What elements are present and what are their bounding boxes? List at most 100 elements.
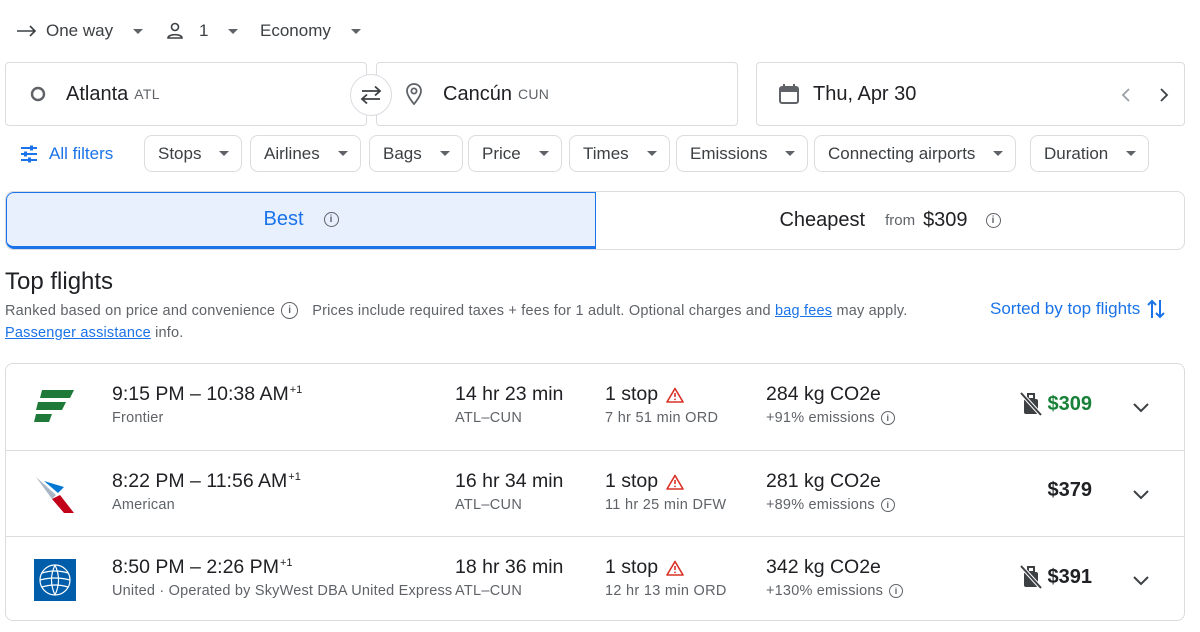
chevron-down-icon [993,151,1004,156]
departure-time: 9:15 PM [112,383,185,405]
filter-stops[interactable]: Stops [144,135,243,172]
flight-row[interactable]: 9:15 PM – 10:38 AM+1 Frontier 14 hr 23 m… [6,364,1184,450]
expand-chevron-icon[interactable] [1130,396,1152,418]
filter-connecting-airports[interactable]: Connecting airports [814,135,1017,172]
co2-value: 284 kg CO2e [766,383,881,405]
filter-label: Stops [158,143,202,163]
stops-info: 1 stop [605,470,684,493]
info-icon[interactable]: i [281,302,299,319]
sort-tabs: Best i Cheapest from $309 i [5,191,1185,250]
no-carry-on-bag-icon [1019,565,1042,589]
day-offset: +1 [288,470,301,483]
stops-count: 1 stop [605,383,659,405]
info-text: info. [155,325,184,341]
arrival-time: 11:56 AM [206,470,288,492]
chevron-down-icon [219,151,230,156]
location-pin-icon [406,83,422,106]
chevron-down-icon [133,28,144,34]
filter-bags[interactable]: Bags [369,135,463,172]
chevron-down-icon [228,28,239,34]
arrow-right-icon [17,25,37,37]
sort-arrows-icon [1147,299,1165,319]
expand-chevron-icon[interactable] [1130,483,1152,505]
all-filters-label: All filters [49,143,114,163]
filter-price[interactable]: Price [468,135,562,172]
prices-text: Prices include required taxes + fees for… [312,302,771,319]
passenger-count: 1 [199,21,209,40]
flight-times: 9:15 PM – 10:38 AM+1 [112,383,303,405]
filter-duration[interactable]: Duration [1030,135,1150,172]
origin-field[interactable]: Atlanta ATL [5,62,367,126]
sorted-label: Sorted by top flights [990,299,1141,318]
chevron-down-icon [538,151,549,156]
passenger-assistance-link[interactable]: Passenger assistance [5,325,151,341]
chevron-right-icon[interactable] [1159,87,1169,103]
filter-emissions[interactable]: Emissions [676,135,809,172]
calendar-icon [779,84,799,104]
tab-best[interactable]: Best i [6,192,596,249]
flight-row[interactable]: 8:50 PM – 2:26 PM+1 United · Operated by… [6,536,1184,620]
layover-info: 12 hr 13 min ORD [605,583,727,599]
destination-field[interactable]: Cancún CUN [376,62,738,126]
flight-row[interactable]: 8:22 PM – 11:56 AM+1 American 16 hr 34 m… [6,450,1184,536]
flight-price: $379 [1047,479,1093,501]
swap-icon [360,85,382,105]
expand-chevron-icon[interactable] [1130,569,1152,591]
co2-value: 342 kg CO2e [766,556,881,578]
day-offset: +1 [279,556,293,569]
united-airlines-logo [34,559,76,601]
destination-city: Cancún [443,82,512,105]
passengers-select[interactable]: 1 [165,14,239,48]
price-container: $379 [1048,479,1093,502]
info-icon[interactable]: i [985,213,1001,228]
swap-button[interactable] [350,74,392,116]
filter-label: Price [482,143,521,163]
airline-name: United · Operated by SkyWest DBA United … [112,583,453,599]
departure-time: 8:50 PM [112,556,185,578]
flight-price: $391 [1047,565,1093,588]
flight-times: 8:22 PM – 11:56 AM+1 [112,470,301,492]
origin-circle-icon [30,86,46,102]
sort-button[interactable]: Sorted by top flights [990,298,1166,320]
tab-cheapest[interactable]: Cheapest from $309 i [596,192,1184,249]
results-subtitle: Ranked based on price and convenience i … [5,302,907,319]
info-icon[interactable]: i [323,212,339,227]
emissions-delta: +130% emissions [766,583,884,599]
info-icon[interactable]: i [889,584,904,598]
stops-count: 1 stop [605,556,659,578]
chevron-down-icon [350,28,361,34]
flight-route: ATL–CUN [455,583,523,599]
flight-duration: 16 hr 34 min [455,470,564,492]
all-filters-button[interactable]: All filters [19,135,113,172]
tab-best-label: Best [263,208,304,230]
warning-icon [666,474,684,490]
origin-code: ATL [134,86,160,102]
trip-type-select[interactable]: One way [16,14,144,48]
date-field[interactable]: Thu, Apr 30 [756,62,1185,126]
filter-label: Airlines [264,143,320,163]
destination-code: CUN [517,86,550,102]
tab-cheapest-from: from [885,212,916,229]
filter-airlines[interactable]: Airlines [250,135,361,172]
info-icon[interactable]: i [880,498,895,512]
ranked-text: Ranked based on price and convenience [5,302,276,319]
filter-times[interactable]: Times [569,135,670,172]
trip-type-label: One way [46,21,114,40]
price-container: $309 [1019,392,1092,416]
passenger-assistance-line: Passenger assistance info. [5,325,184,341]
page-title: Top flights [5,268,114,295]
frontier-logo [34,390,74,422]
bag-fees-link[interactable]: bag fees [775,303,832,319]
no-carry-on-bag-icon [1019,392,1042,416]
chevron-down-icon [337,151,348,156]
chevron-left-icon[interactable] [1121,87,1131,103]
day-offset: +1 [289,383,303,396]
chevron-down-icon [785,151,796,156]
emissions-info: +130% emissions i [766,583,904,599]
arrival-time: 10:38 AM [206,383,289,405]
cabin-class-select[interactable]: Economy [260,14,361,48]
departure-time: 8:22 PM [112,470,185,492]
info-icon[interactable]: i [880,411,895,425]
emissions-delta: +91% emissions [766,410,875,426]
stops-info: 1 stop [605,383,684,406]
